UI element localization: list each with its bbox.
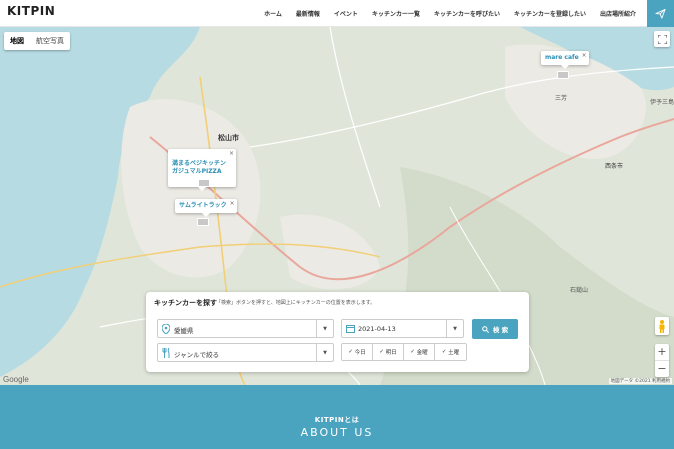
chevron-down-icon: ▼ [446, 320, 463, 337]
map-attribution[interactable]: 地図データ ©2021 利用規約 [608, 378, 672, 384]
search-icon [482, 325, 489, 333]
fullscreen-icon [657, 34, 667, 44]
chevron-down-icon: ▼ [316, 320, 333, 337]
contact-button[interactable] [647, 0, 674, 27]
about-section: KITPINとは ABOUT US [0, 385, 674, 449]
day-label: 明日 [385, 350, 397, 356]
genre-placeholder: ジャンルで絞る [174, 351, 220, 359]
prefecture-value: 愛媛県 [174, 327, 194, 335]
kitchen-car-marker[interactable] [557, 71, 569, 79]
info-window-mare-cafe[interactable]: mare cafe × [541, 51, 589, 69]
kitchen-car-marker[interactable] [197, 218, 209, 226]
chevron-down-icon: ▼ [316, 344, 333, 361]
place-label-iyomishima: 伊予三島 [650, 99, 674, 106]
day-label: 土曜 [448, 350, 460, 356]
location-pin-icon [162, 324, 170, 334]
search-button[interactable]: 検 索 [472, 319, 518, 339]
fullscreen-button[interactable] [654, 31, 670, 47]
search-hint: 「検索」ボタンを押すと、地図上にキッチンカーの位置を表示します。 [216, 300, 376, 306]
zoom-in-button[interactable]: + [655, 344, 669, 360]
map-area[interactable]: 松山市 西条市 石鎚山 三芳 伊予三島 地図 航空写真 mare cafe × … [0, 27, 674, 385]
nav-news[interactable]: 最新情報 [296, 9, 320, 18]
genre-select[interactable]: ジャンルで絞る ▼ [157, 343, 334, 362]
prefecture-select[interactable]: 愛媛県 ▼ [157, 319, 334, 338]
calendar-icon [346, 325, 355, 333]
day-tomorrow[interactable]: ✓ 明日 [373, 344, 404, 360]
map-type-satellite[interactable]: 航空写真 [30, 32, 70, 50]
map-type-control: 地図 航空写真 [4, 32, 70, 50]
close-icon[interactable]: × [582, 52, 587, 60]
map-type-map[interactable]: 地図 [4, 32, 30, 50]
nav-call-kitchen-car[interactable]: キッチンカーを呼びたい [434, 9, 500, 18]
nav-home[interactable]: ホーム [264, 9, 282, 18]
day-friday[interactable]: ✓ 金曜 [404, 344, 435, 360]
nav-locations[interactable]: 出店場所紹介 [600, 9, 636, 18]
day-today[interactable]: ✓ 今日 [342, 344, 373, 360]
search-button-label: 検 索 [492, 326, 509, 334]
nav-kitchen-car-list[interactable]: キッチンカー一覧 [372, 9, 420, 18]
nav-events[interactable]: イベント [334, 9, 358, 18]
date-select[interactable]: 2021-04-13 ▼ [341, 319, 464, 338]
info-window-label: サムライトラック [179, 202, 227, 209]
google-logo: Google [3, 375, 29, 384]
kitchen-car-marker[interactable] [198, 179, 210, 187]
info-window-samurai-truck[interactable]: サムライトラック × [175, 199, 237, 217]
info-window-label: mare cafe [545, 54, 579, 61]
street-view-button[interactable] [655, 317, 669, 335]
info-window-label: 満まるベジキッチン ガジュマルPIZZA [172, 160, 227, 175]
pegman-icon [659, 319, 665, 333]
day-saturday[interactable]: ✓ 土曜 [435, 344, 466, 360]
site-header: KITPIN ホーム 最新情報 イベント キッチンカー一覧 キッチンカーを呼びた… [0, 0, 674, 27]
main-nav: ホーム 最新情報 イベント キッチンカー一覧 キッチンカーを呼びたい キッチンカ… [250, 0, 636, 27]
about-subtitle: KITPINとは [314, 416, 360, 424]
city-label-matsuyama: 松山市 [218, 134, 239, 142]
day-filter: ✓ 今日 ✓ 明日 ✓ 金曜 ✓ 土曜 [341, 343, 467, 361]
place-label-miyoshi: 三芳 [555, 95, 568, 102]
paper-plane-icon [655, 8, 666, 19]
day-label: 金曜 [416, 350, 428, 356]
city-label-saijo: 西条市 [605, 163, 624, 170]
close-icon[interactable]: × [230, 200, 235, 208]
cutlery-icon [162, 348, 170, 358]
date-value: 2021-04-13 [358, 325, 396, 333]
search-panel: キッチンカーを探す 「検索」ボタンを押すと、地図上にキッチンカーの位置を表示しま… [146, 292, 529, 372]
nav-register-kitchen-car[interactable]: キッチンカーを登録したい [514, 9, 586, 18]
search-title: キッチンカーを探す [154, 299, 217, 307]
day-label: 今日 [354, 350, 366, 356]
about-title: ABOUT US [300, 426, 374, 439]
kitpin-logo[interactable]: KITPIN [7, 4, 55, 18]
close-icon[interactable]: × [229, 150, 234, 158]
place-label-ishizuchi: 石鎚山 [570, 287, 589, 294]
zoom-control: + − [655, 344, 669, 377]
zoom-out-button[interactable]: − [655, 361, 669, 377]
